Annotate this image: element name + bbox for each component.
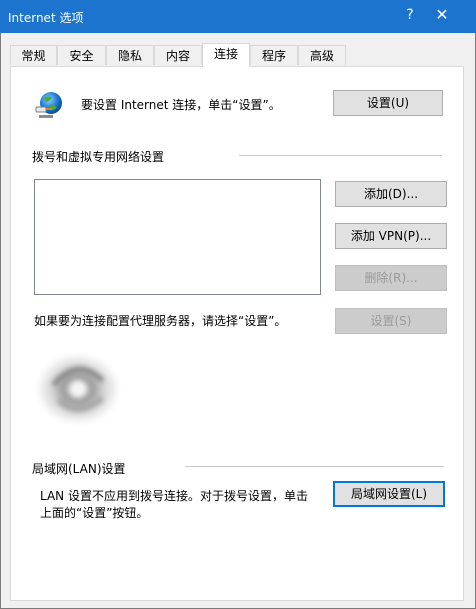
close-button[interactable]: ✕ <box>433 5 451 24</box>
tab-connections[interactable]: 连接 <box>202 43 250 67</box>
tab-advanced[interactable]: 高级 <box>298 45 346 65</box>
tab-privacy[interactable]: 隐私 <box>106 45 154 65</box>
tab-content[interactable]: 内容 <box>154 45 202 65</box>
tab-security[interactable]: 安全 <box>57 45 106 65</box>
globe-icon <box>35 92 62 118</box>
proxy-text: 如果要为连接配置代理服务器，请选择“设置”。 <box>34 314 287 328</box>
lan-group-label: 局域网(LAN)设置 <box>32 462 126 476</box>
connections-listbox[interactable] <box>34 179 321 295</box>
tab-general[interactable]: 常规 <box>10 45 57 65</box>
connections-panel: 要设置 Internet 连接，单击“设置”。 设置(U) 拨号和虚拟专用网络设… <box>10 66 464 601</box>
network-icon <box>36 353 120 425</box>
connection-settings-button[interactable]: 设置(S) <box>335 308 447 334</box>
dialup-group-label: 拨号和虚拟专用网络设置 <box>32 150 165 164</box>
help-button[interactable]: ? <box>402 7 418 23</box>
title-bar: Internet 选项 ? ✕ <box>0 0 476 33</box>
lan-text-line2: 上面的“设置”按钮。 <box>40 506 149 520</box>
add-vpn-button[interactable]: 添加 VPN(P)... <box>335 223 447 249</box>
dialup-group-divider <box>239 155 442 156</box>
setup-button[interactable]: 设置(U) <box>333 90 443 116</box>
delete-connection-button[interactable]: 删除(R)... <box>335 265 447 291</box>
window-title: Internet 选项 <box>8 11 84 25</box>
lan-group-divider <box>185 466 444 467</box>
add-connection-button[interactable]: 添加(D)... <box>335 181 447 207</box>
lan-settings-button[interactable]: 局域网设置(L) <box>333 481 445 507</box>
setup-text: 要设置 Internet 连接，单击“设置”。 <box>81 98 281 112</box>
lan-text-line1: LAN 设置不应用到拨号连接。对于拨号设置，单击 <box>40 489 308 503</box>
tab-programs[interactable]: 程序 <box>250 45 298 65</box>
